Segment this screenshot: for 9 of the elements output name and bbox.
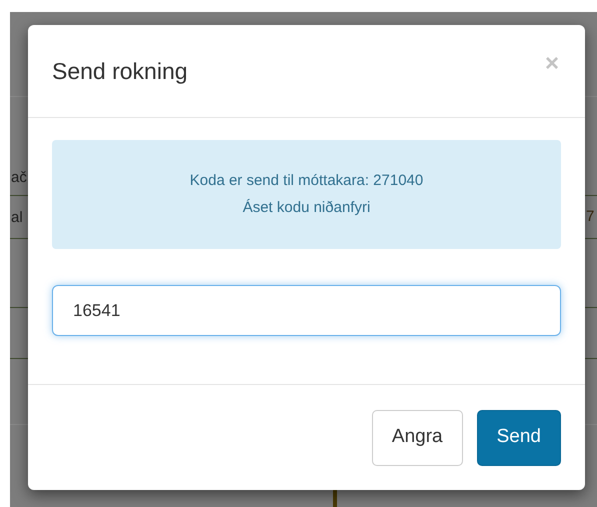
code-input-field[interactable]: 16541 (52, 285, 561, 336)
send-button[interactable]: Send (476, 410, 561, 466)
background-text: 7 (586, 209, 594, 224)
background-text: al (11, 210, 23, 225)
background-text: ač (11, 170, 27, 185)
alert-text: Áset kodu niðanfyri (242, 198, 370, 218)
alert-text: Koda er send til móttakara: 271040 (190, 171, 424, 191)
cancel-button[interactable]: Angra (372, 410, 463, 466)
dialog-title: Send rokning (52, 56, 188, 86)
